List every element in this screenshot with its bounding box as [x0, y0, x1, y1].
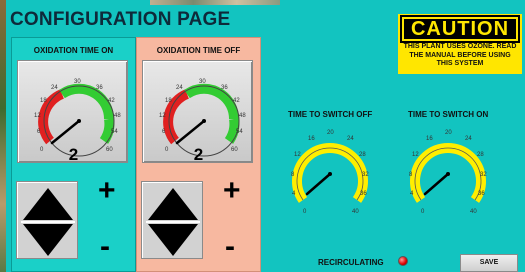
- tick-label: 36: [478, 191, 485, 197]
- tick-label: 18: [40, 98, 47, 104]
- background-edge-left: [0, 0, 6, 272]
- tick-label: 24: [465, 136, 472, 142]
- time-to-switch-off-title: TIME TO SWITCH OFF: [288, 110, 373, 119]
- tick-label: 20: [327, 130, 334, 136]
- oxidation-time-on-value: 2: [68, 145, 79, 164]
- tick-label: 24: [176, 85, 183, 91]
- oxidation-time-off-title: OXIDATION TIME OFF: [156, 46, 241, 55]
- gauge-needle: [50, 119, 81, 145]
- tick-label: 18: [165, 98, 172, 104]
- oxidation-time-on-title: OXIDATION TIME ON: [33, 46, 114, 55]
- tick-label: 12: [294, 152, 301, 158]
- caution-heading-box: CAUTION: [400, 15, 520, 43]
- tick-label: 54: [236, 129, 243, 135]
- tick-label: 36: [96, 85, 103, 91]
- oxidation-time-off-stepper[interactable]: [141, 181, 203, 259]
- tick-label: 48: [114, 113, 121, 119]
- stepper-arrows-icon: [21, 188, 75, 256]
- recirculating-label: RECIRCULATING: [318, 258, 384, 267]
- time-to-switch-off-dial: 0 4 8 12 16 20 24 28 32 36 40: [291, 130, 369, 215]
- tick-label: 48: [239, 113, 246, 119]
- tick-label: 28: [477, 152, 484, 158]
- tick-label: 36: [360, 191, 367, 197]
- stepper-arrows-icon: [146, 188, 200, 256]
- tick-label: 12: [159, 113, 166, 119]
- tick-label: 24: [51, 85, 58, 91]
- tick-label: 20: [445, 130, 452, 136]
- tick-label: 0: [421, 209, 425, 215]
- tick-label: 30: [74, 79, 81, 85]
- tick-label: 16: [426, 136, 433, 142]
- background-edge-top: [150, 0, 280, 5]
- page-title: CONFIGURATION PAGE: [10, 9, 231, 30]
- tick-label: 16: [308, 136, 315, 142]
- tick-label: 42: [233, 98, 240, 104]
- oxidation-time-on-panel: OXIDATION TIME ON 0 6 12 18 24 30 36 42 …: [11, 37, 136, 272]
- time-to-switch-on-dial: 0 4 8 12 16 20 24 28 32 36 40: [409, 130, 487, 215]
- gauge-needle: [423, 172, 450, 196]
- oxidation-time-off-panel: OXIDATION TIME OFF 0 6 12 18 24 30 36 42…: [136, 37, 261, 272]
- caution-line: THIS PLANT USES OZONE. READ: [403, 43, 517, 50]
- caution-line: THIS SYSTEM: [436, 60, 484, 67]
- tick-label: 42: [108, 98, 115, 104]
- decrease-button[interactable]: -: [100, 232, 110, 262]
- tick-label: 0: [303, 209, 307, 215]
- oxidation-time-off-value: 2: [193, 145, 204, 164]
- gauge-needle: [175, 119, 206, 145]
- increase-button[interactable]: +: [98, 176, 116, 206]
- increase-button[interactable]: +: [223, 176, 241, 206]
- caution-message: THIS PLANT USES OZONE. READ THE MANUAL B…: [400, 43, 520, 69]
- tick-label: 24: [347, 136, 354, 142]
- tick-label: 36: [221, 85, 228, 91]
- tick-label: 54: [111, 129, 118, 135]
- oxidation-time-on-gauge: 0 6 12 18 24 30 36 42 48 54 60 2: [17, 60, 128, 164]
- caution-sign: CAUTION THIS PLANT USES OZONE. READ THE …: [398, 14, 522, 74]
- oxidation-time-off-gauge: 0 6 12 18 24 30 36 42 48 54 60 2: [142, 60, 253, 164]
- tick-label: 30: [199, 79, 206, 85]
- tick-label: 32: [362, 172, 369, 178]
- tick-label: 40: [470, 209, 477, 215]
- caution-heading: CAUTION: [410, 18, 510, 40]
- gauge-needle: [305, 172, 332, 196]
- tick-label: 40: [352, 209, 359, 215]
- caution-line: THE MANUAL BEFORE USING: [409, 51, 511, 59]
- tick-label: 32: [480, 172, 487, 178]
- decrease-button[interactable]: -: [225, 232, 235, 262]
- time-to-switch-on-title: TIME TO SWITCH ON: [408, 110, 489, 119]
- tick-label: 28: [359, 152, 366, 158]
- recirculating-indicator-icon: [398, 256, 408, 266]
- tick-label: 12: [34, 113, 41, 119]
- save-button[interactable]: SAVE: [460, 254, 518, 272]
- oxidation-time-on-stepper[interactable]: [16, 181, 78, 259]
- tick-label: 12: [412, 152, 419, 158]
